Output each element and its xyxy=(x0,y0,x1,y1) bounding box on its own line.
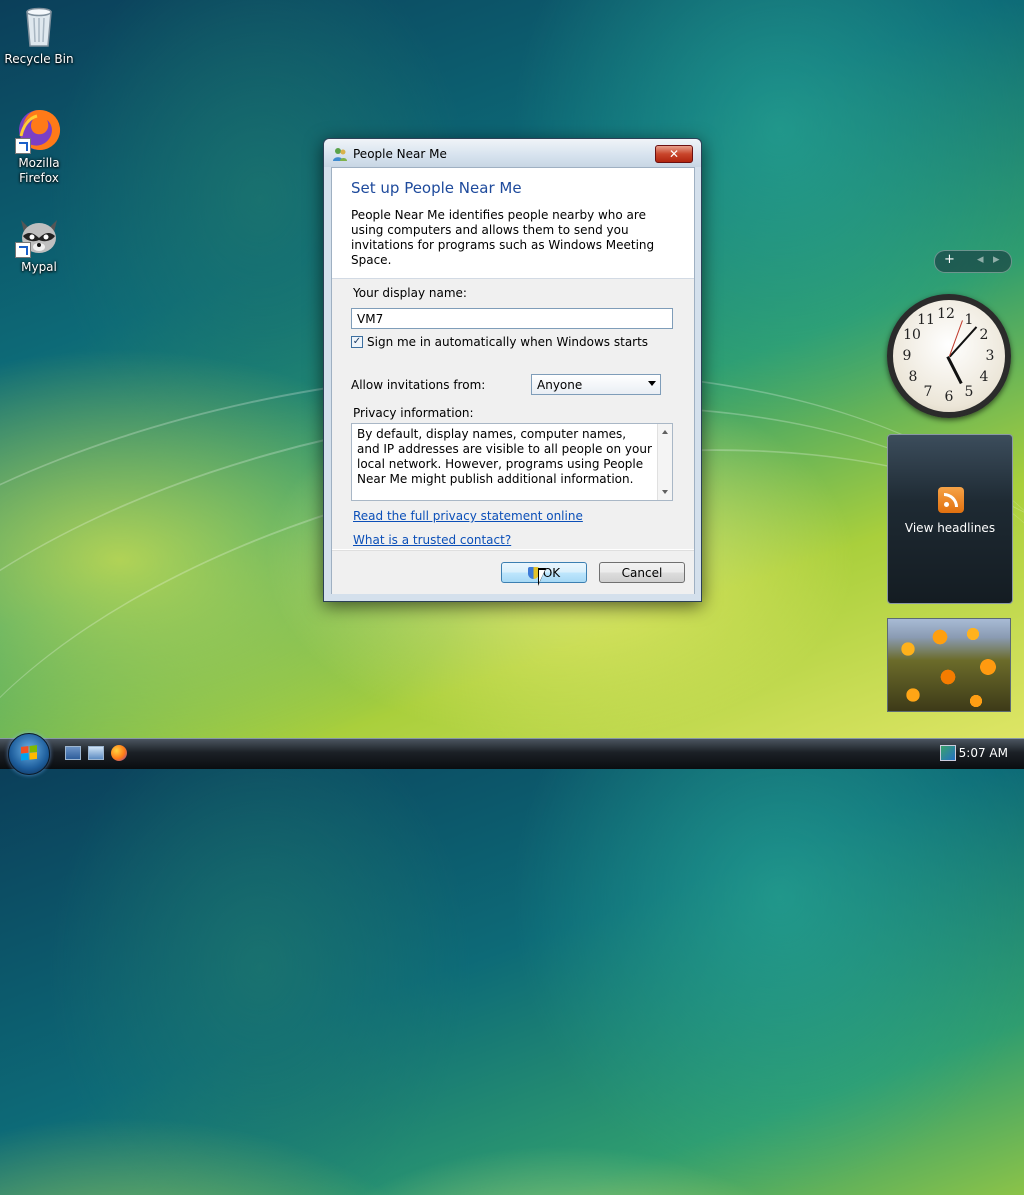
allow-invitations-select[interactable]: Anyone xyxy=(531,374,661,395)
mypal-icon xyxy=(15,210,63,258)
clock-number: 4 xyxy=(979,369,989,385)
desktop-icon-firefox[interactable]: Mozilla Firefox xyxy=(1,106,77,186)
auto-sign-in-checkbox[interactable]: ✓ xyxy=(351,336,363,348)
allow-invitations-label: Allow invitations from: xyxy=(351,378,486,392)
add-gadget-button[interactable]: + xyxy=(944,252,955,267)
clock-hour-hand xyxy=(946,356,963,385)
close-button[interactable]: ✕ xyxy=(655,145,693,163)
people-near-me-dialog: People Near Me ✕ Set up People Near Me P… xyxy=(323,138,702,602)
privacy-information-label: Privacy information: xyxy=(353,406,474,420)
privacy-statement-link[interactable]: Read the full privacy statement online xyxy=(353,509,583,523)
privacy-information-text: By default, display names, computer name… xyxy=(357,427,652,486)
sidebar-next-button[interactable]: ▸ xyxy=(993,252,1000,267)
firefox-icon xyxy=(15,106,63,154)
feed-headlines-gadget[interactable]: View headlines xyxy=(887,434,1013,604)
trusted-contact-link[interactable]: What is a trusted contact? xyxy=(353,533,511,547)
clock-number: 3 xyxy=(985,348,995,364)
people-near-me-icon xyxy=(332,146,348,162)
windows-logo-icon xyxy=(21,745,37,761)
shortcut-arrow-icon xyxy=(15,138,31,154)
dialog-header: Set up People Near Me People Near Me ide… xyxy=(332,168,694,279)
clock-number: 2 xyxy=(979,327,989,343)
switch-windows-icon[interactable] xyxy=(88,746,104,760)
taskbar: 5:07 AM xyxy=(0,733,1024,775)
privacy-scrollbar[interactable] xyxy=(657,424,672,500)
show-desktop-icon[interactable] xyxy=(65,746,81,760)
scroll-up-icon[interactable] xyxy=(662,430,668,434)
clock-number: 8 xyxy=(908,369,918,385)
desktop-icon-label: Recycle Bin xyxy=(4,52,74,66)
clock-number: 6 xyxy=(944,389,954,405)
desktop-icon-label: Mozilla Firefox xyxy=(18,156,60,185)
auto-sign-in-label[interactable]: Sign me in automatically when Windows st… xyxy=(367,335,648,349)
desktop-icon-recycle-bin[interactable]: Recycle Bin xyxy=(1,2,77,67)
network-tray-icon[interactable] xyxy=(940,745,956,761)
slideshow-gadget[interactable] xyxy=(887,618,1011,712)
mouse-cursor-icon xyxy=(538,568,554,586)
dialog-heading: Set up People Near Me xyxy=(351,179,522,197)
dialog-titlebar[interactable]: People Near Me ✕ xyxy=(324,139,701,167)
clock-number: 5 xyxy=(964,384,974,400)
firefox-quicklaunch-icon[interactable] xyxy=(111,745,127,761)
dialog-client-area: Set up People Near Me People Near Me ide… xyxy=(331,167,695,594)
view-headlines-label[interactable]: View headlines xyxy=(888,521,1012,535)
desktop-icon-mypal[interactable]: Mypal xyxy=(1,210,77,275)
clock-number: 10 xyxy=(903,327,921,343)
dialog-title: People Near Me xyxy=(353,147,447,161)
cancel-button[interactable]: Cancel xyxy=(599,562,685,583)
display-name-label: Your display name: xyxy=(353,286,467,300)
clock-number: 11 xyxy=(917,312,935,328)
dropdown-arrow-icon xyxy=(648,381,656,386)
dialog-footer: OK Cancel xyxy=(332,550,694,594)
recycle-bin-icon xyxy=(15,2,63,50)
clock-number: 12 xyxy=(937,306,955,322)
privacy-information-box[interactable]: By default, display names, computer name… xyxy=(351,423,673,501)
clock-number: 9 xyxy=(902,348,912,364)
desktop-icon-label: Mypal xyxy=(21,260,57,274)
sidebar-prev-button[interactable]: ◂ xyxy=(977,252,984,267)
taskbar-clock[interactable]: 5:07 AM xyxy=(959,746,1008,760)
dialog-intro-text: People Near Me identifies people nearby … xyxy=(351,208,655,267)
clock-number: 7 xyxy=(923,384,933,400)
display-name-input[interactable]: VM7 xyxy=(351,308,673,329)
sidebar-controls: + ◂ ▸ xyxy=(934,250,1012,273)
scroll-down-icon[interactable] xyxy=(662,490,668,494)
clock-gadget[interactable]: 12 1 2 3 4 5 6 7 8 9 10 11 xyxy=(887,294,1011,418)
allow-invitations-value: Anyone xyxy=(537,378,583,392)
shortcut-arrow-icon xyxy=(15,242,31,258)
start-button[interactable] xyxy=(8,733,50,775)
rss-icon xyxy=(938,487,964,513)
